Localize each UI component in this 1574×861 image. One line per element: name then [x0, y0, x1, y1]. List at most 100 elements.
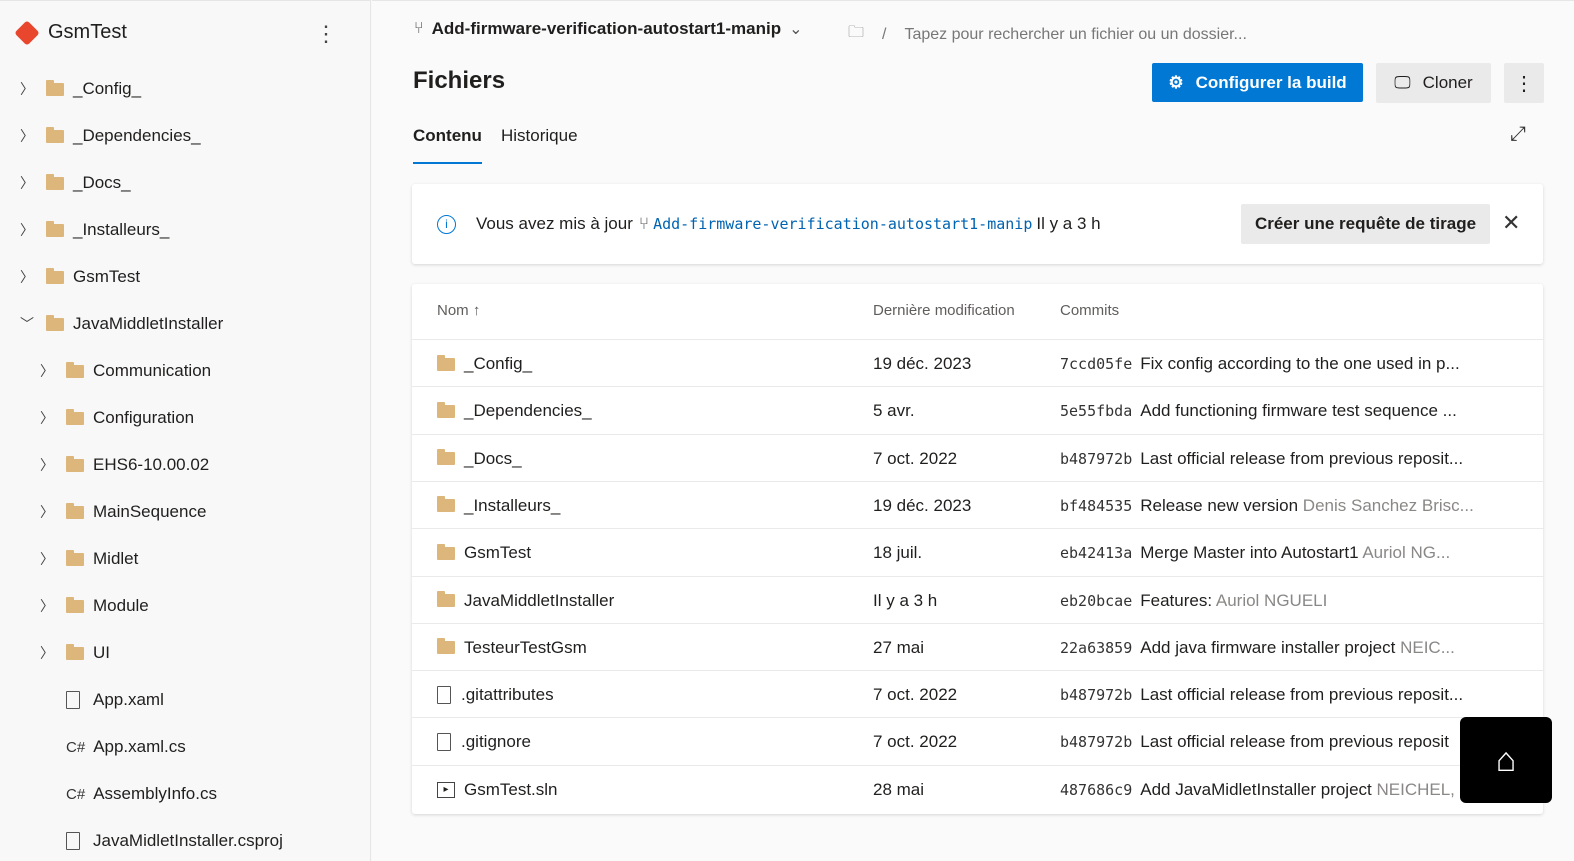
tree-item-label: EHS6-10.00.02: [93, 455, 210, 474]
table-row[interactable]: .gitignore 7 oct. 2022 b487972b Last offi…: [412, 717, 1543, 764]
file-name[interactable]: .gitattributes: [437, 685, 554, 705]
chevron-right-icon[interactable]: 〉: [40, 361, 54, 381]
tab-historique[interactable]: Historique: [501, 126, 578, 164]
file-name[interactable]: _Dependencies_: [437, 401, 592, 421]
table-row[interactable]: TesteurTestGsm 27 mai 22a63859 Add java f…: [412, 622, 1543, 670]
repo-header[interactable]: GsmTest: [14, 19, 127, 46]
commit-info[interactable]: bf484535 Release new version Denis Sanche…: [1060, 496, 1474, 516]
file-name[interactable]: _Config_: [437, 354, 532, 374]
commit-info[interactable]: b487972b Last official release from previ…: [1060, 449, 1463, 469]
chevron-right-icon[interactable]: 〉: [20, 126, 34, 146]
configure-build-button[interactable]: ⚙ Configurer la build: [1152, 63, 1363, 102]
tree-item[interactable]: 〉 Midlet: [40, 544, 138, 574]
file-icon: [437, 686, 451, 705]
commit-info[interactable]: b487972b Last official release from previ…: [1060, 732, 1449, 752]
chevron-right-icon[interactable]: 〉: [20, 79, 34, 99]
branch-selector[interactable]: ⑂ Add-firmware-verification-autostart1-ma…: [414, 19, 803, 39]
tree-item[interactable]: 〉 Configuration: [40, 403, 194, 433]
tree-item[interactable]: ﹀ JavaMiddletInstaller: [20, 309, 223, 339]
commit-hash[interactable]: b487972b: [1060, 450, 1132, 468]
last-modified: 19 déc. 2023: [873, 354, 972, 373]
commit-hash[interactable]: b487972b: [1060, 733, 1132, 751]
more-actions-button[interactable]: ⋮: [1504, 63, 1544, 103]
tree-item[interactable]: 〉 _Installeurs_: [20, 215, 169, 245]
file-name[interactable]: .gitignore: [437, 732, 531, 752]
folder-icon: [46, 126, 64, 143]
commit-info[interactable]: 22a63859 Add java firmware installer proj…: [1060, 638, 1455, 658]
commit-info[interactable]: 5e55fbda Add functioning firmware test se…: [1060, 401, 1457, 421]
column-header-name[interactable]: Nom ↑: [437, 302, 480, 319]
file-search-input[interactable]: Tapez pour rechercher un fichier ou un d…: [904, 26, 1246, 44]
commit-info[interactable]: b487972b Last official release from previ…: [1060, 685, 1463, 705]
overlay-app-badge[interactable]: ⌂: [1460, 717, 1552, 803]
clone-button[interactable]: 🖵 Cloner: [1376, 63, 1491, 103]
tab-contenu[interactable]: Contenu: [413, 126, 482, 164]
file-name[interactable]: _Installeurs_: [437, 496, 560, 516]
file-name[interactable]: ▸ GsmTest.sln: [437, 780, 558, 800]
tree-item[interactable]: 〉 _Config_: [20, 74, 141, 104]
table-row[interactable]: _Config_ 19 déc. 2023 7ccd05fe Fix config…: [412, 339, 1543, 386]
tree-item[interactable]: C# AssemblyInfo.cs: [40, 779, 217, 809]
chevron-down-icon[interactable]: ﹀: [20, 314, 34, 334]
chevron-right-icon[interactable]: 〉: [40, 596, 54, 616]
chevron-right-icon[interactable]: 〉: [20, 173, 34, 193]
tree-item[interactable]: C# App.xaml.cs: [40, 732, 186, 762]
chevron-right-icon[interactable]: 〉: [40, 643, 54, 663]
commit-info[interactable]: 487686c9 Add JavaMidletInstaller project …: [1060, 780, 1455, 800]
commit-hash[interactable]: bf484535: [1060, 497, 1132, 515]
banner-branch-link[interactable]: Add-firmware-verification-autostart1-man…: [653, 215, 1032, 233]
tree-item[interactable]: 〉 _Docs_: [20, 168, 131, 198]
tree-item[interactable]: App.xaml: [40, 685, 164, 715]
table-row[interactable]: ▸ GsmTest.sln 28 mai 487686c9 Add JavaMidl…: [412, 764, 1543, 812]
tree-item-label: Module: [93, 596, 149, 615]
file-name[interactable]: TesteurTestGsm: [437, 638, 587, 658]
commit-hash[interactable]: 487686c9: [1060, 781, 1132, 799]
commit-hash[interactable]: b487972b: [1060, 686, 1132, 704]
table-row[interactable]: _Docs_ 7 oct. 2022 b487972b Last official…: [412, 433, 1543, 481]
commit-message: Last official release from previous repo…: [1140, 732, 1449, 752]
table-row[interactable]: _Dependencies_ 5 avr. 5e55fbda Add functi…: [412, 386, 1543, 433]
last-modified: 5 avr.: [873, 401, 915, 421]
commit-hash[interactable]: eb42413a: [1060, 544, 1132, 562]
commit-hash[interactable]: 7ccd05fe: [1060, 355, 1132, 373]
commit-hash[interactable]: 22a63859: [1060, 639, 1132, 657]
chevron-right-icon[interactable]: 〉: [20, 220, 34, 240]
table-row[interactable]: GsmTest 18 juil. eb42413a Merge Master in…: [412, 528, 1543, 575]
chevron-right-icon[interactable]: 〉: [40, 455, 54, 475]
file-name[interactable]: GsmTest: [437, 543, 531, 563]
tree-item-label: JavaMiddletInstaller: [73, 314, 224, 333]
commit-info[interactable]: eb42413a Merge Master into Autostart1 Aur…: [1060, 543, 1450, 563]
table-row[interactable]: .gitattributes 7 oct. 2022 b487972b Last …: [412, 670, 1543, 717]
folder-icon: [437, 449, 455, 466]
folder-icon: [66, 408, 84, 425]
fullscreen-icon[interactable]: ⤢: [1510, 123, 1526, 146]
tree-item-label: UI: [93, 643, 110, 662]
tree-item[interactable]: 〉 GsmTest: [20, 262, 140, 292]
folder-icon: [66, 549, 84, 566]
chevron-right-icon[interactable]: 〉: [40, 408, 54, 428]
table-row[interactable]: JavaMiddletInstaller Il y a 3 h eb20bcae…: [412, 575, 1543, 623]
tree-item[interactable]: 〉 EHS6-10.00.02: [40, 450, 209, 480]
tree-item[interactable]: 〉 Communication: [40, 356, 211, 386]
file-name[interactable]: JavaMiddletInstaller: [437, 591, 614, 611]
chevron-right-icon[interactable]: 〉: [40, 502, 54, 522]
clone-label: Cloner: [1422, 73, 1473, 92]
tree-item[interactable]: JavaMidletInstaller.csproj: [40, 826, 283, 856]
more-options-icon[interactable]: ⋮: [315, 21, 337, 47]
commit-hash[interactable]: eb20bcae: [1060, 592, 1132, 610]
main-content: ⑂ Add-firmware-verification-autostart1-ma…: [372, 0, 1574, 861]
create-pull-request-button[interactable]: Créer une requête de tirage: [1241, 204, 1490, 244]
tree-item[interactable]: 〉 Module: [40, 591, 149, 621]
chevron-right-icon[interactable]: 〉: [40, 549, 54, 569]
chevron-right-icon[interactable]: 〉: [20, 267, 34, 287]
commit-info[interactable]: 7ccd05fe Fix config according to the one …: [1060, 354, 1460, 374]
page-title: Fichiers: [413, 67, 506, 94]
close-icon[interactable]: ✕: [1502, 210, 1520, 236]
tree-item[interactable]: 〉 UI: [40, 638, 110, 668]
commit-hash[interactable]: 5e55fbda: [1060, 402, 1132, 420]
table-row[interactable]: _Installeurs_ 19 déc. 2023 bf484535 Relea…: [412, 480, 1543, 528]
tree-item[interactable]: 〉 MainSequence: [40, 497, 206, 527]
commit-info[interactable]: eb20bcae Features: Auriol NGUELI: [1060, 591, 1327, 611]
file-name[interactable]: _Docs_: [437, 449, 522, 469]
tree-item[interactable]: 〉 _Dependencies_: [20, 121, 201, 151]
